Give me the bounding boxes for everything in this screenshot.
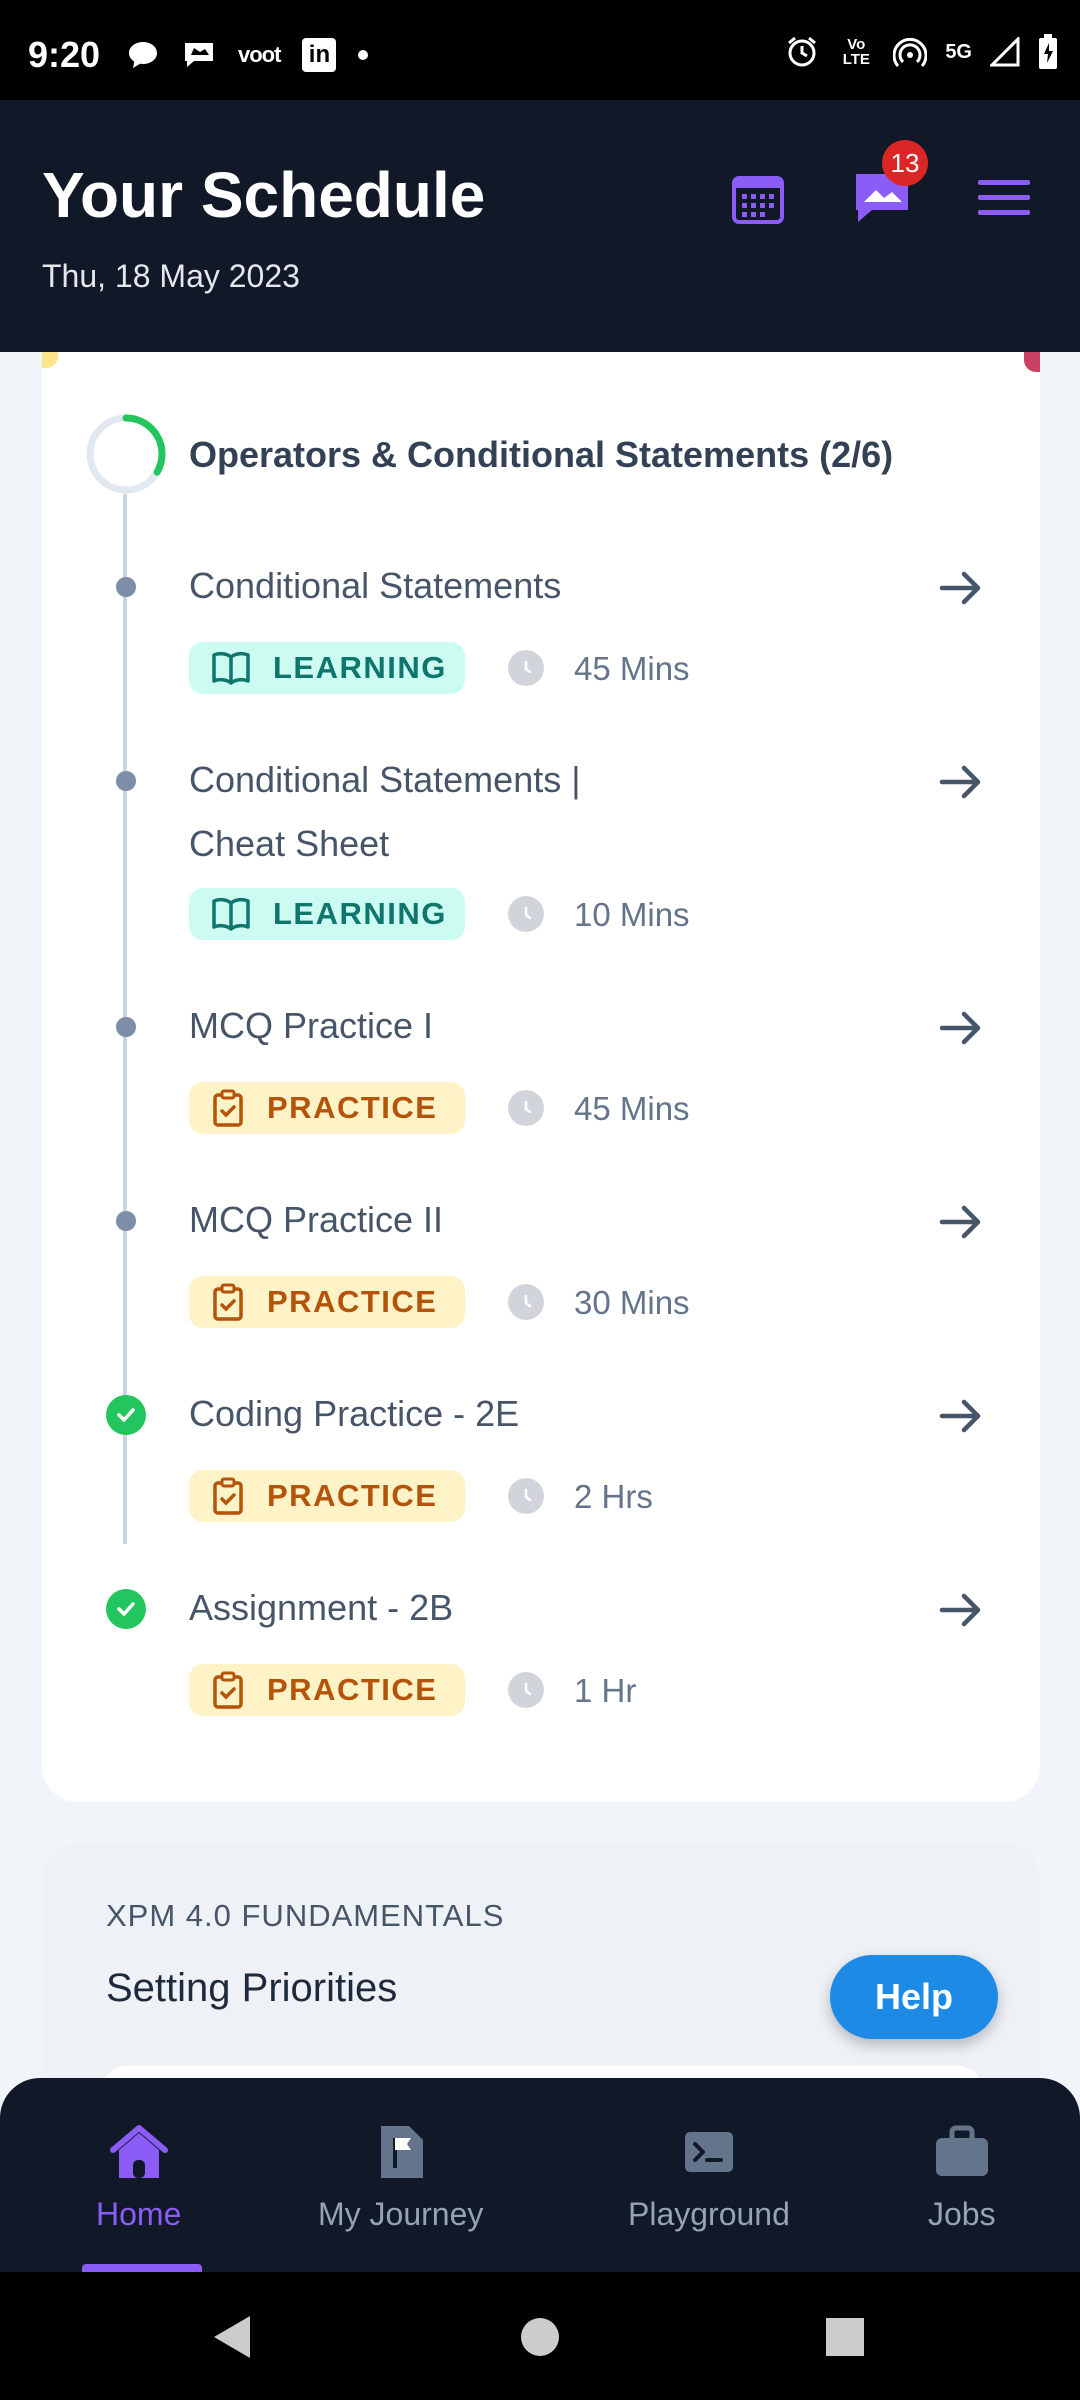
recents-square-icon[interactable] — [820, 2312, 870, 2362]
duration-text: 1 Hr — [574, 1672, 637, 1709]
tag-label: PRACTICE — [267, 1284, 438, 1319]
back-icon[interactable] — [206, 2312, 256, 2362]
nav-jobs[interactable]: Jobs — [928, 2122, 996, 2233]
home-circle-icon[interactable] — [515, 2312, 565, 2362]
clock-icon — [508, 1478, 544, 1514]
journey-flag-icon — [380, 2126, 423, 2178]
practice-tag: PRACTICE — [189, 1664, 465, 1716]
arrow-right-icon[interactable] — [932, 560, 988, 616]
alarm-icon — [785, 35, 819, 69]
home-icon — [109, 2125, 168, 2178]
clipboard-check-icon — [213, 1477, 243, 1515]
next-module-title: Setting Priorities — [106, 1966, 398, 2010]
arrow-right-icon[interactable] — [932, 754, 988, 810]
nav-label: Home — [96, 2196, 182, 2232]
duration-text: 10 Mins — [574, 896, 690, 933]
briefcase-icon — [935, 2125, 988, 2176]
tag-label: LEARNING — [273, 650, 447, 685]
nav-my-journey[interactable]: My Journey — [318, 2122, 483, 2233]
clipboard-check-icon — [213, 1283, 243, 1321]
app-header: Your Schedule Thu, 18 May 2023 13 — [0, 100, 1080, 352]
learning-tag: LEARNING — [189, 642, 465, 694]
dot-icon — [358, 50, 369, 60]
active-tab-indicator — [82, 2264, 202, 2272]
arrow-right-icon[interactable] — [932, 1000, 988, 1056]
completed-check-icon — [106, 1395, 146, 1435]
chat-icon — [126, 39, 160, 71]
learning-tag: LEARNING — [189, 888, 465, 940]
help-button[interactable]: Help — [830, 1955, 998, 2039]
tag-label: PRACTICE — [267, 1478, 438, 1513]
nav-label: Playground — [628, 2196, 790, 2232]
clock-icon — [508, 1672, 544, 1708]
clipboard-check-icon — [213, 1089, 243, 1127]
duration-text: 45 Mins — [574, 1090, 690, 1127]
practice-tag: PRACTICE — [189, 1082, 465, 1134]
hotspot-icon — [893, 35, 928, 69]
item-title: Assignment - 2B — [189, 1587, 454, 1628]
notifications-button[interactable]: 13 — [846, 140, 928, 234]
tag-label: PRACTICE — [267, 1672, 438, 1707]
calendar-icon — [732, 176, 784, 224]
practice-tag: PRACTICE — [189, 1470, 465, 1522]
page-title: Your Schedule — [42, 159, 486, 231]
terminal-icon — [684, 2132, 733, 2172]
linkedin-icon: in — [302, 38, 337, 72]
clock-icon — [508, 896, 544, 932]
tag-label: PRACTICE — [267, 1090, 438, 1125]
notification-badge: 13 — [882, 140, 928, 186]
pending-dot — [116, 577, 136, 597]
system-nav-bar — [0, 2272, 1080, 2400]
clock-icon — [508, 1090, 544, 1126]
hamburger-menu-icon — [978, 180, 1030, 215]
volte-icon: Vo LTE — [842, 36, 870, 68]
arrow-right-icon[interactable] — [932, 1582, 988, 1638]
5g-icon: 5G — [945, 40, 972, 63]
item-title: MCQ Practice II — [189, 1199, 444, 1240]
next-module-kicker: XPM 4.0 FUNDAMENTALS — [106, 1898, 505, 1933]
item-title: Coding Practice - 2E — [189, 1393, 520, 1434]
nav-label: Jobs — [928, 2196, 996, 2232]
tag-label: LEARNING — [273, 896, 447, 931]
item-title: MCQ Practice I — [189, 1005, 434, 1046]
pending-dot — [116, 1211, 136, 1231]
item-title: Conditional Statements | Cheat Sheet — [189, 759, 581, 864]
signal-icon — [990, 37, 1020, 67]
status-time: 9:20 — [28, 34, 101, 75]
battery-icon — [1038, 34, 1058, 70]
pending-dot — [116, 1017, 136, 1037]
arrow-right-icon[interactable] — [932, 1388, 988, 1444]
nav-label: My Journey — [318, 2196, 484, 2232]
book-icon — [212, 651, 250, 685]
menu-button[interactable] — [968, 162, 1040, 234]
book-icon — [212, 897, 250, 931]
arrow-right-icon[interactable] — [932, 1194, 988, 1250]
clock-icon — [508, 1284, 544, 1320]
nav-home[interactable]: Home — [96, 2122, 181, 2233]
calendar-button[interactable] — [722, 162, 794, 234]
status-bar: 9:20 voot in Vo LTE 5G — [0, 0, 1080, 100]
schedule-date: Thu, 18 May 2023 — [42, 258, 300, 294]
duration-text: 45 Mins — [574, 650, 690, 687]
completed-check-icon — [106, 1589, 146, 1629]
bottom-nav: Home My Journey Playground Jobs — [0, 2078, 1080, 2272]
clipboard-check-icon — [213, 1671, 243, 1709]
module-progress-ring — [86, 414, 166, 494]
item-title: Conditional Statements — [189, 565, 562, 606]
schedule-card: Operators & Conditional Statements (2/6)… — [42, 352, 1040, 1802]
clock-icon — [508, 650, 544, 686]
nav-playground[interactable]: Playground — [628, 2122, 790, 2233]
duration-text: 30 Mins — [574, 1284, 690, 1321]
practice-tag: PRACTICE — [189, 1276, 465, 1328]
pending-dot — [116, 771, 136, 791]
module-title: Operators & Conditional Statements (2/6) — [189, 434, 894, 475]
flag-message-icon — [182, 40, 216, 70]
duration-text: 2 Hrs — [574, 1478, 653, 1515]
voot-icon: voot — [238, 42, 281, 67]
